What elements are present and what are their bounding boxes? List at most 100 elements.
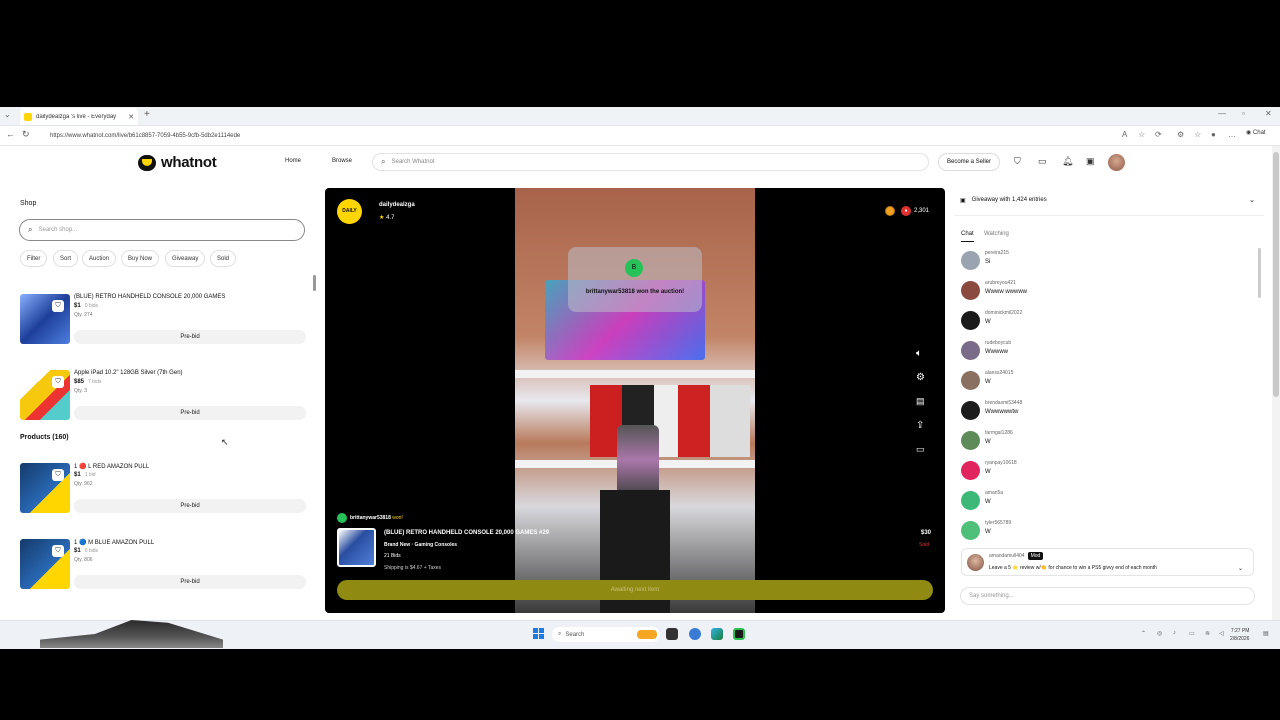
chat-avatar[interactable] xyxy=(961,521,980,540)
messages-icon[interactable]: ▭ xyxy=(1038,156,1047,167)
sort-chip[interactable]: Sort xyxy=(53,250,79,267)
pre-bid-button[interactable]: Pre-bid xyxy=(74,575,306,589)
bookmark-icon[interactable]: ⛉ xyxy=(52,300,64,312)
read-aloud-icon[interactable]: A xyxy=(1122,130,1127,139)
sold-chip[interactable]: Sold xyxy=(210,250,237,267)
chat-username[interactable]: tyler565789 xyxy=(985,520,1011,526)
filter-chip[interactable]: Filter xyxy=(20,250,48,267)
pre-bid-button[interactable]: Pre-bid xyxy=(74,499,306,513)
pre-bid-button[interactable]: Pre-bid xyxy=(74,330,306,344)
nav-browse[interactable]: Browse xyxy=(332,158,352,164)
auction-chip[interactable]: Auction xyxy=(82,250,117,267)
chat-username[interactable]: pereira215 xyxy=(985,250,1009,256)
whatnot-logo[interactable]: whatnot xyxy=(138,154,217,171)
product-item[interactable]: ⛉ 1 🔴 L RED AMAZON PULL $1 1 bid Qty. 962… xyxy=(20,463,310,533)
network-icon[interactable]: ◎ xyxy=(1157,630,1162,637)
chevron-up-icon[interactable]: ⌃ xyxy=(1141,630,1146,637)
new-tab-icon[interactable]: + xyxy=(144,109,150,120)
start-icon[interactable] xyxy=(533,628,544,639)
share-icon[interactable]: ⇪ xyxy=(916,420,924,431)
nav-home[interactable]: Home xyxy=(285,158,301,164)
shield-icon[interactable]: ⛉ xyxy=(1014,156,1021,167)
become-seller-button[interactable]: Become a Seller xyxy=(938,153,1000,171)
clock[interactable]: 7:27 PM 2/8/2026 xyxy=(1230,627,1249,643)
giveaway-chip[interactable]: Giveaway xyxy=(165,250,206,267)
display-icon[interactable]: ▭ xyxy=(1189,630,1195,637)
url-field[interactable]: https://www.whatnot.com/live/b61c8857-70… xyxy=(44,129,1144,143)
mic-icon[interactable]: ♪ xyxy=(1173,630,1176,636)
site-search-input[interactable]: ⌕ Search Whatnot xyxy=(372,153,929,171)
chat-avatar[interactable] xyxy=(961,491,980,510)
taskbar-search[interactable]: ⌕ Search xyxy=(552,627,660,642)
shop-search-placeholder: Search shop... xyxy=(38,227,78,233)
shop-scrollbar[interactable] xyxy=(313,275,316,291)
chat-username[interactable]: dominickmil2022 xyxy=(985,310,1022,316)
chat-avatar[interactable] xyxy=(961,431,980,450)
host-name[interactable]: dailydealzga xyxy=(379,202,415,208)
gift-icon[interactable]: ▣ xyxy=(1086,156,1095,167)
chat-username[interactable]: ryanpay10618 xyxy=(985,460,1017,466)
list-icon[interactable]: ▤ xyxy=(916,396,925,407)
tab-watching[interactable]: Watching xyxy=(984,231,1009,237)
chat-username[interactable]: farmgal1286 xyxy=(985,430,1013,436)
close-window-icon[interactable]: ✕ xyxy=(1265,109,1272,118)
chat-username[interactable]: alanss24015 xyxy=(985,370,1013,376)
notification-icon[interactable]: ▤ xyxy=(1263,630,1269,637)
app-icon[interactable] xyxy=(689,628,701,640)
notifications-bell-icon[interactable]: 🔔︎ xyxy=(1062,156,1073,167)
gift-icon[interactable]: ⚙ xyxy=(916,372,925,383)
chat-avatar[interactable] xyxy=(961,341,980,360)
pre-bid-button[interactable]: Pre-bid xyxy=(74,406,306,420)
chat-avatar[interactable] xyxy=(961,251,980,270)
tab-chat[interactable]: Chat xyxy=(961,231,974,237)
bookmark-icon[interactable]: ⛉ xyxy=(52,545,64,557)
bookmark-icon[interactable]: ⛉ xyxy=(52,376,64,388)
chat-avatar[interactable] xyxy=(961,311,980,330)
close-tab-icon[interactable]: ✕ xyxy=(128,113,134,121)
tab-menu-icon[interactable]: ⌄ xyxy=(4,110,11,119)
chat-username[interactable]: arubreyou421 xyxy=(985,280,1016,286)
edge-icon[interactable] xyxy=(711,628,723,640)
page-scrollbar-thumb[interactable] xyxy=(1273,152,1279,397)
bookmark-icon[interactable]: ⛉ xyxy=(52,469,64,481)
browser-tab[interactable]: dailydealzga 's live - Everyday ✕ xyxy=(20,108,138,125)
refresh-icon[interactable]: ↻ xyxy=(22,129,30,140)
split-screen-icon[interactable]: ⚙ xyxy=(1177,130,1184,139)
chat-username[interactable]: aman5a xyxy=(985,490,1003,496)
minimize-icon[interactable]: — xyxy=(1218,109,1226,118)
shop-search-input[interactable]: ⌕ Search shop... xyxy=(19,219,305,241)
task-view-icon[interactable] xyxy=(666,628,678,640)
wifi-icon[interactable]: ≋ xyxy=(1205,630,1210,637)
chevron-down-icon[interactable]: ⌄ xyxy=(1249,196,1255,204)
product-item[interactable]: ⛉ 1 🔵 M BLUE AMAZON PULL $1 0 bids Qty. 8… xyxy=(20,539,310,609)
chat-avatar[interactable] xyxy=(961,371,980,390)
favorites-icon[interactable]: ☆ xyxy=(1194,130,1201,139)
chat-avatar[interactable] xyxy=(961,461,980,480)
giveaway-banner[interactable]: ▣ Giveaway with 1,424 entries ⌄ xyxy=(960,193,1255,207)
chat-avatar[interactable] xyxy=(961,281,980,300)
chat-scrollbar[interactable] xyxy=(1258,248,1261,298)
volume-icon[interactable]: ◁ xyxy=(1219,630,1224,637)
chat-username[interactable]: brendasmi53448 xyxy=(985,400,1022,406)
user-avatar[interactable] xyxy=(1108,154,1125,171)
extensions-icon[interactable]: ⟳ xyxy=(1155,130,1162,139)
volume-icon[interactable]: 🔈︎ xyxy=(916,348,922,359)
copilot-chat-button[interactable]: ◉ Chat xyxy=(1246,129,1266,136)
coin-icon[interactable] xyxy=(885,206,895,216)
buy-now-chip[interactable]: Buy Now xyxy=(121,250,160,267)
wallet-icon[interactable]: ▭ xyxy=(916,444,925,455)
more-icon[interactable]: … xyxy=(1228,130,1236,139)
shop-item[interactable]: ⛉ (BLUE) RETRO HANDHELD CONSOLE 20,000 G… xyxy=(20,294,310,364)
profile-icon[interactable]: ● xyxy=(1211,130,1216,139)
chevron-down-icon[interactable]: ⌄ xyxy=(1238,565,1243,572)
maximize-icon[interactable]: ▫ xyxy=(1242,109,1245,118)
back-icon[interactable]: ← xyxy=(6,129,15,139)
app-icon[interactable] xyxy=(733,628,745,640)
chat-avatar[interactable] xyxy=(961,401,980,420)
host-avatar[interactable]: DAILY xyxy=(337,199,362,224)
shop-item[interactable]: ⛉ Apple iPad 10.2" 128GB Silver (7th Gen… xyxy=(20,370,310,440)
favorite-star-icon[interactable]: ☆ xyxy=(1138,130,1145,139)
chat-input[interactable]: Say something... xyxy=(960,587,1255,605)
awaiting-next-item-button[interactable]: Awaiting next item xyxy=(337,580,933,600)
chat-username[interactable]: rudeboycub xyxy=(985,340,1011,346)
